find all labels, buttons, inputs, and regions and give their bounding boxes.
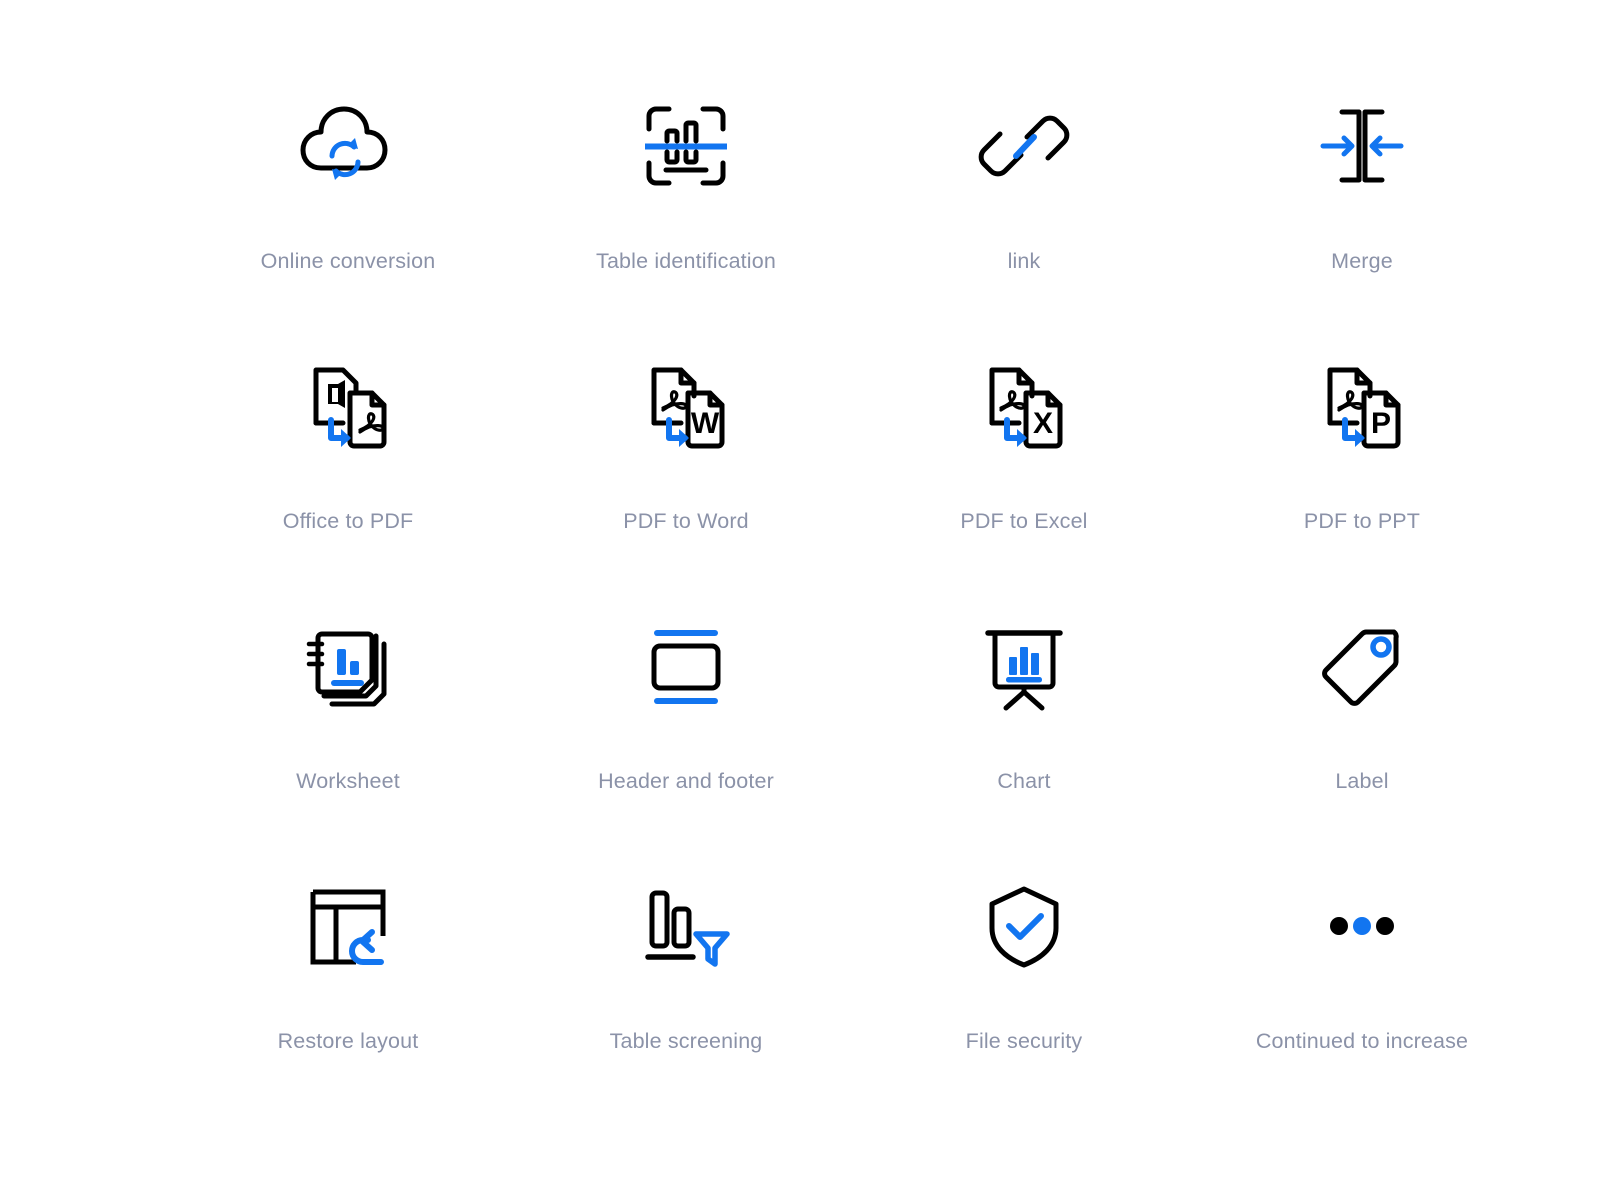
icon-cell-pdf-to-ppt[interactable]: P PDF to PPT <box>1193 338 1531 598</box>
icon-cell-table-identification[interactable]: Table identification <box>517 78 855 338</box>
pdf-to-excel-icon: X <box>964 346 1084 466</box>
icon-label: Office to PDF <box>282 509 414 533</box>
icon-label: Chart <box>997 769 1051 793</box>
badge-letter: P <box>1371 407 1391 440</box>
presentation-chart-icon <box>964 606 1084 726</box>
icon-cell-merge[interactable]: Merge <box>1193 78 1531 338</box>
bars-filter-icon <box>626 866 746 986</box>
icon-label: Online conversion <box>260 249 436 273</box>
merge-arrows-icon <box>1302 86 1422 206</box>
icon-cell-label[interactable]: Label <box>1193 598 1531 858</box>
icon-cell-pdf-to-word[interactable]: W PDF to Word <box>517 338 855 598</box>
icon-label: Restore layout <box>277 1029 419 1053</box>
notebook-chart-icon <box>288 606 408 726</box>
icon-cell-restore-layout[interactable]: Restore layout <box>179 858 517 1118</box>
icon-cell-office-to-pdf[interactable]: Office to PDF <box>179 338 517 598</box>
icon-label: PDF to PPT <box>1303 509 1421 533</box>
icon-cell-link[interactable]: link <box>855 78 1193 338</box>
icon-label: Table screening <box>609 1029 763 1053</box>
icon-grid: Online conversion Table identification l… <box>110 78 1600 1118</box>
icon-label: Merge <box>1331 249 1393 273</box>
icon-cell-header-and-footer[interactable]: Header and footer <box>517 598 855 858</box>
badge-letter: W <box>691 407 720 440</box>
icon-cell-continued-to-increase[interactable]: Continued to increase <box>1193 858 1531 1118</box>
icon-label: link <box>1007 249 1041 273</box>
icon-cell-pdf-to-excel[interactable]: X PDF to Excel <box>855 338 1193 598</box>
icon-label: PDF to Word <box>623 509 749 533</box>
icon-cell-file-security[interactable]: File security <box>855 858 1193 1118</box>
icon-label: Table identification <box>596 249 776 273</box>
scan-table-icon <box>626 86 746 206</box>
icon-label: Label <box>1335 769 1389 793</box>
price-tag-icon <box>1302 606 1422 726</box>
icon-label: Continued to increase <box>1255 1029 1469 1053</box>
ellipsis-icon <box>1302 866 1422 986</box>
icon-cell-worksheet[interactable]: Worksheet <box>179 598 517 858</box>
icon-label: File security <box>965 1029 1083 1053</box>
icon-sheet: Online conversion Table identification l… <box>0 0 1600 1200</box>
pdf-to-word-icon: W <box>626 346 746 466</box>
icon-cell-table-screening[interactable]: Table screening <box>517 858 855 1118</box>
pdf-to-ppt-icon: P <box>1302 346 1422 466</box>
shield-check-icon <box>964 866 1084 986</box>
icon-cell-online-conversion[interactable]: Online conversion <box>179 78 517 338</box>
icon-label: Header and footer <box>598 769 774 793</box>
table-undo-icon <box>288 866 408 986</box>
badge-letter: X <box>1033 407 1053 440</box>
icon-cell-chart[interactable]: Chart <box>855 598 1193 858</box>
header-footer-icon <box>626 606 746 726</box>
office-to-pdf-icon <box>288 346 408 466</box>
chain-link-icon <box>964 86 1084 206</box>
icon-label: Worksheet <box>296 769 400 793</box>
cloud-sync-icon <box>288 86 408 206</box>
icon-label: PDF to Excel <box>960 509 1088 533</box>
